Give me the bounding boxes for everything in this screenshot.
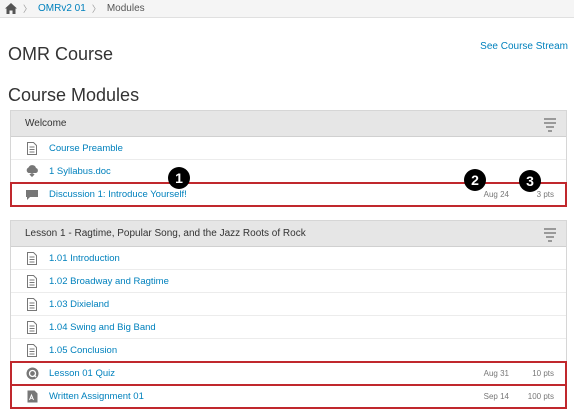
due-date: Sep 14 [483, 392, 509, 401]
module-item-course-preamble[interactable]: Course Preamble [11, 137, 566, 160]
points: 10 pts [532, 368, 554, 378]
callout-2: 2 [464, 169, 486, 191]
breadcrumb-course-link[interactable]: OMRv2 01 [38, 3, 86, 14]
module-item-title[interactable]: Written Assignment 01 [49, 391, 144, 402]
module-item-title[interactable]: Discussion 1: Introduce Yourself! [49, 189, 187, 200]
module-item-written-assignment-01[interactable]: Written Assignment 01 Sep 14 100 pts [10, 384, 567, 409]
quiz-icon [25, 366, 39, 380]
page-icon [25, 320, 39, 334]
breadcrumb: 〉 OMRv2 01 〉 Modules [0, 0, 574, 18]
module-item-1-04[interactable]: 1.04 Swing and Big Band [11, 316, 566, 339]
module-header[interactable]: Lesson 1 - Ragtime, Popular Song, and th… [11, 221, 566, 247]
drag-handle-icon[interactable] [544, 228, 556, 242]
module-header[interactable]: Welcome [11, 111, 566, 137]
module-item-1-05[interactable]: 1.05 Conclusion [11, 339, 566, 362]
points: 3 pts [536, 190, 554, 199]
module-name: Welcome [25, 118, 67, 129]
module-item-title[interactable]: 1.04 Swing and Big Band [49, 322, 156, 333]
drag-handle-icon[interactable] [544, 118, 556, 132]
module-item-title[interactable]: Course Preamble [49, 143, 123, 154]
module-item-title[interactable]: 1.01 Introduction [49, 253, 120, 264]
module-name: Lesson 1 - Ragtime, Popular Song, and th… [25, 228, 306, 239]
breadcrumb-current-page: Modules [106, 3, 145, 14]
chevron-right-icon: 〉 [23, 4, 33, 14]
module-item-1-02[interactable]: 1.02 Broadway and Ragtime [11, 270, 566, 293]
page-icon [25, 141, 39, 155]
module-item-title[interactable]: 1.05 Conclusion [49, 345, 117, 356]
course-title: OMR Course [8, 44, 114, 64]
module-item-title[interactable]: Lesson 01 Quiz [49, 368, 115, 379]
module-item-title[interactable]: 1 Syllabus.doc [49, 166, 111, 177]
points: 100 pts [527, 392, 554, 401]
see-course-stream-link[interactable]: See Course Stream [480, 41, 568, 52]
page-icon [25, 297, 39, 311]
module-item-1-01[interactable]: 1.01 Introduction [11, 247, 566, 270]
page-icon [25, 343, 39, 357]
callout-3: 3 [519, 170, 541, 192]
module-item-title[interactable]: 1.03 Dixieland [49, 299, 109, 310]
callout-1: 1 [168, 167, 190, 189]
module-item-1-03[interactable]: 1.03 Dixieland [11, 293, 566, 316]
page-icon [25, 251, 39, 265]
module-item-title[interactable]: 1.02 Broadway and Ragtime [49, 276, 169, 287]
page-icon [25, 274, 39, 288]
due-date: Aug 31 [483, 368, 509, 378]
module-lesson-1: Lesson 1 - Ragtime, Popular Song, and th… [10, 220, 567, 409]
module-welcome: Welcome Course Preamble 1 Syllabus.doc D… [10, 110, 567, 207]
chevron-right-icon: 〉 [91, 4, 101, 14]
home-icon[interactable] [5, 3, 17, 14]
assignment-icon [25, 390, 39, 404]
download-icon [25, 164, 39, 178]
due-date: Aug 24 [483, 190, 509, 199]
module-item-lesson-01-quiz[interactable]: Lesson 01 Quiz Aug 31 10 pts [10, 361, 567, 386]
page-title: Course Modules [8, 85, 140, 105]
discussion-icon [25, 188, 39, 202]
